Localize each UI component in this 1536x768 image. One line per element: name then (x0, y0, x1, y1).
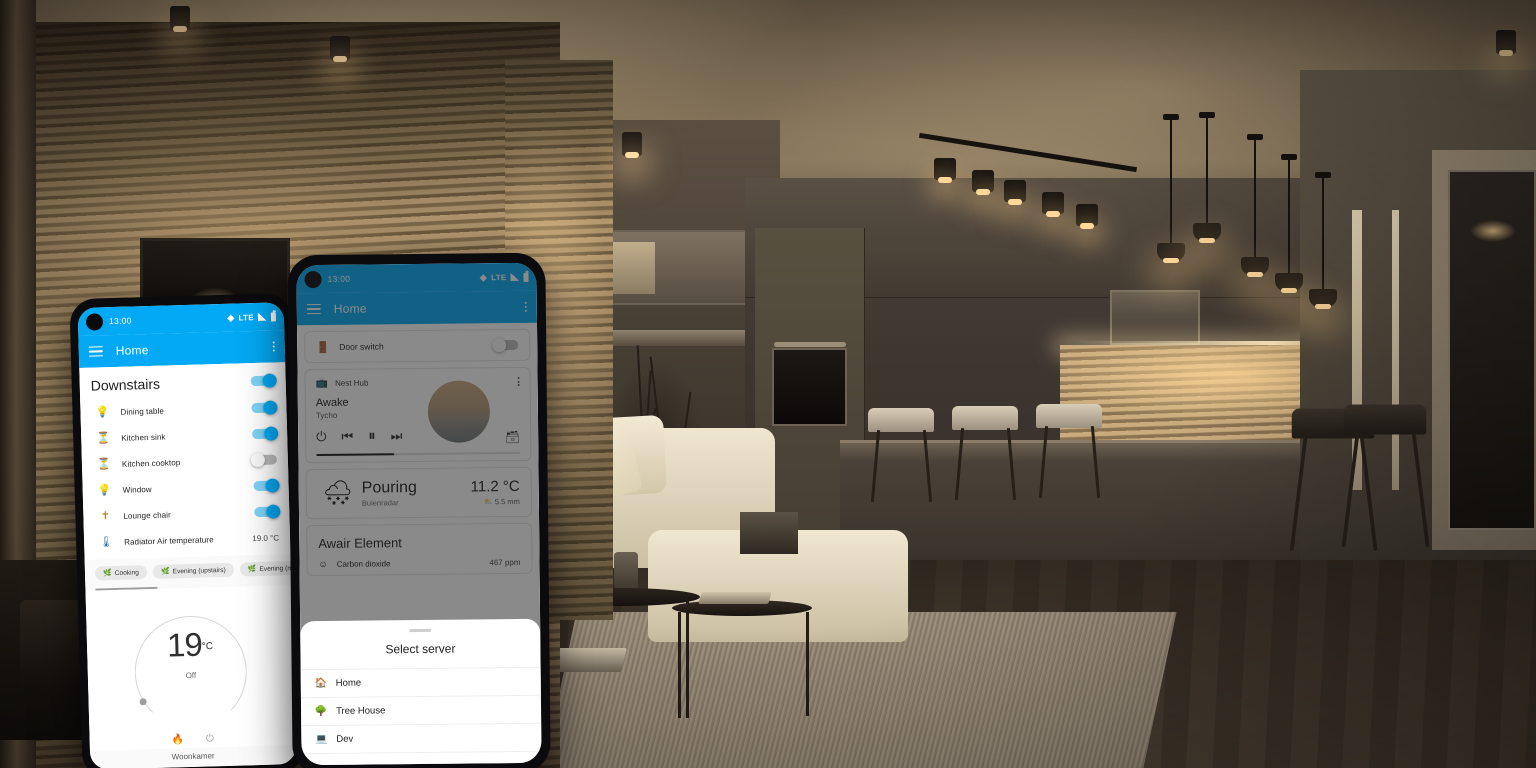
downstairs-card: Downstairs 💡 Dining table ⏳ Kitchen sink (79, 362, 291, 560)
ceiling-spotlight (330, 36, 350, 62)
ceiling-light-icon: ⏳ (96, 431, 111, 444)
scene-icon: 🌿 (160, 568, 170, 576)
bar-stool (1036, 404, 1102, 498)
thermostat-controls[interactable]: 🔥 ⏻ (90, 731, 296, 748)
thermostat-unit: °C (201, 640, 214, 653)
hamburger-menu-icon[interactable] (88, 345, 103, 358)
list-item-label: Lounge chair (123, 509, 171, 521)
pendant-light (1157, 114, 1185, 263)
list-item-label: Dining table (120, 406, 165, 417)
phone-back-device: 13:00 ◆ LTE Home Downstairs 💡 Dining tab… (69, 292, 305, 768)
list-item-label: Kitchen cooktop (121, 457, 181, 469)
phone-front-device: 13:00 ◆ LTE Home 🚪 Door switch (287, 252, 551, 768)
screenshot-root: 13:00 ◆ LTE Home Downstairs 💡 Dining tab… (0, 0, 1536, 768)
flame-icon[interactable]: 🔥 (171, 734, 184, 745)
status-time: 13:00 (108, 315, 132, 327)
ceiling-spotlight (622, 132, 642, 158)
built-in-oven (772, 348, 847, 426)
pendant-light (1275, 154, 1303, 293)
wifi-icon: ◆ (227, 312, 235, 323)
thermostat-readout: 19°C Off (87, 623, 294, 683)
vase (614, 552, 638, 592)
server-option-label: Home (335, 677, 362, 689)
power-icon[interactable]: ⏻ (206, 733, 214, 744)
network-label: LTE (238, 312, 255, 322)
ceiling-spotlight (170, 6, 190, 32)
server-option-tree-house[interactable]: 🌳 Tree House (300, 694, 542, 726)
stacked-books (549, 648, 627, 672)
sheet-title: Select server (385, 641, 456, 657)
oven-handle (774, 342, 846, 347)
camera-punch-hole (85, 312, 104, 331)
light-toggle[interactable] (253, 478, 280, 493)
overflow-menu-icon[interactable] (272, 341, 275, 352)
thermostat-temperature: 19 (166, 625, 203, 664)
thermostat-name: Woonkamer (171, 751, 215, 762)
thermometer-icon: 🌡 (98, 535, 114, 548)
home-icon: 🏠 (314, 677, 328, 690)
laptop-icon: 💻 (315, 733, 328, 746)
list-item-label: Window (122, 484, 152, 495)
bar-stool (952, 406, 1018, 500)
section-master-toggle[interactable] (250, 373, 277, 388)
scene-chip[interactable]: 🌿 Evening (upstairs) (152, 562, 234, 579)
select-server-bottom-sheet[interactable]: Select server 🏠 Home 🌳 Tree House 💻 Dev (300, 618, 542, 766)
list-item-label: Radiator Air temperature (124, 534, 214, 547)
phone1-content: Downstairs 💡 Dining table ⏳ Kitchen sink (79, 362, 297, 768)
phone1-status-bar: 13:00 ◆ LTE (77, 302, 285, 336)
scene-chip-label: Evening (upstairs) (172, 566, 226, 575)
track-spotlight (1004, 180, 1026, 205)
page-title: Home (115, 343, 149, 358)
scene-chip-row[interactable]: 🌿 Cooking 🌿 Evening (upstairs) 🌿 Evening… (84, 554, 292, 589)
list-item-label: Kitchen sink (121, 432, 166, 443)
magazine (698, 592, 772, 604)
server-option-home[interactable]: 🏠 Home (300, 666, 541, 698)
scene-chip[interactable]: 🌿 Cooking (94, 565, 148, 581)
pendant-light (1193, 112, 1221, 243)
scene-chip[interactable]: 🌿 Evening (main (239, 560, 292, 577)
section-title: Downstairs (90, 375, 161, 394)
floor-lamp-icon: ✝ (100, 509, 111, 522)
tree-icon: 🌳 (314, 705, 328, 718)
bar-stool (868, 408, 934, 502)
pendant-light (1241, 134, 1269, 277)
phone2-screen[interactable]: 13:00 ◆ LTE Home 🚪 Door switch (296, 262, 542, 766)
phone1-screen[interactable]: 13:00 ◆ LTE Home Downstairs 💡 Dining tab… (77, 302, 297, 768)
temperature-value: 19.0 °C (252, 532, 280, 543)
track-spotlight (1042, 192, 1064, 217)
pendant-light (1309, 172, 1337, 309)
battery-icon (270, 311, 277, 322)
built-in-microwave (1110, 290, 1200, 345)
side-table (740, 512, 798, 554)
server-option-dev[interactable]: 💻 Dev (301, 722, 542, 754)
ceiling-spotlight (1496, 30, 1516, 56)
sheet-bottom-divider (301, 750, 542, 766)
track-spotlight (934, 158, 956, 183)
list-item[interactable]: 🌡 Radiator Air temperature 19.0 °C (84, 524, 291, 556)
light-toggle[interactable] (254, 504, 281, 519)
dining-chair (1341, 404, 1430, 547)
server-option-label: Tree House (336, 705, 386, 717)
lightbulb-icon: 💡 (95, 405, 110, 419)
server-option-label: Dev (336, 733, 354, 745)
track-spotlight (972, 170, 994, 195)
light-toggle[interactable] (251, 400, 278, 415)
scene-chip-label: Evening (main (259, 564, 292, 573)
light-toggle[interactable] (250, 452, 278, 468)
hallway-cabinet (590, 230, 760, 305)
lightbulb-icon: 💡 (97, 483, 112, 496)
light-toggle[interactable] (252, 426, 279, 441)
track-spotlight (1076, 204, 1098, 229)
scene-chip-label: Cooking (114, 568, 140, 577)
scene-icon: 🌿 (247, 566, 257, 574)
signal-bars-icon (257, 312, 268, 321)
ceiling-light-icon: ⏳ (96, 457, 111, 470)
thermostat-card[interactable]: 19°C Off 🔥 ⏻ Woonkamer (85, 585, 296, 762)
scene-icon: 🌿 (102, 570, 112, 578)
glass-door (1448, 170, 1536, 530)
